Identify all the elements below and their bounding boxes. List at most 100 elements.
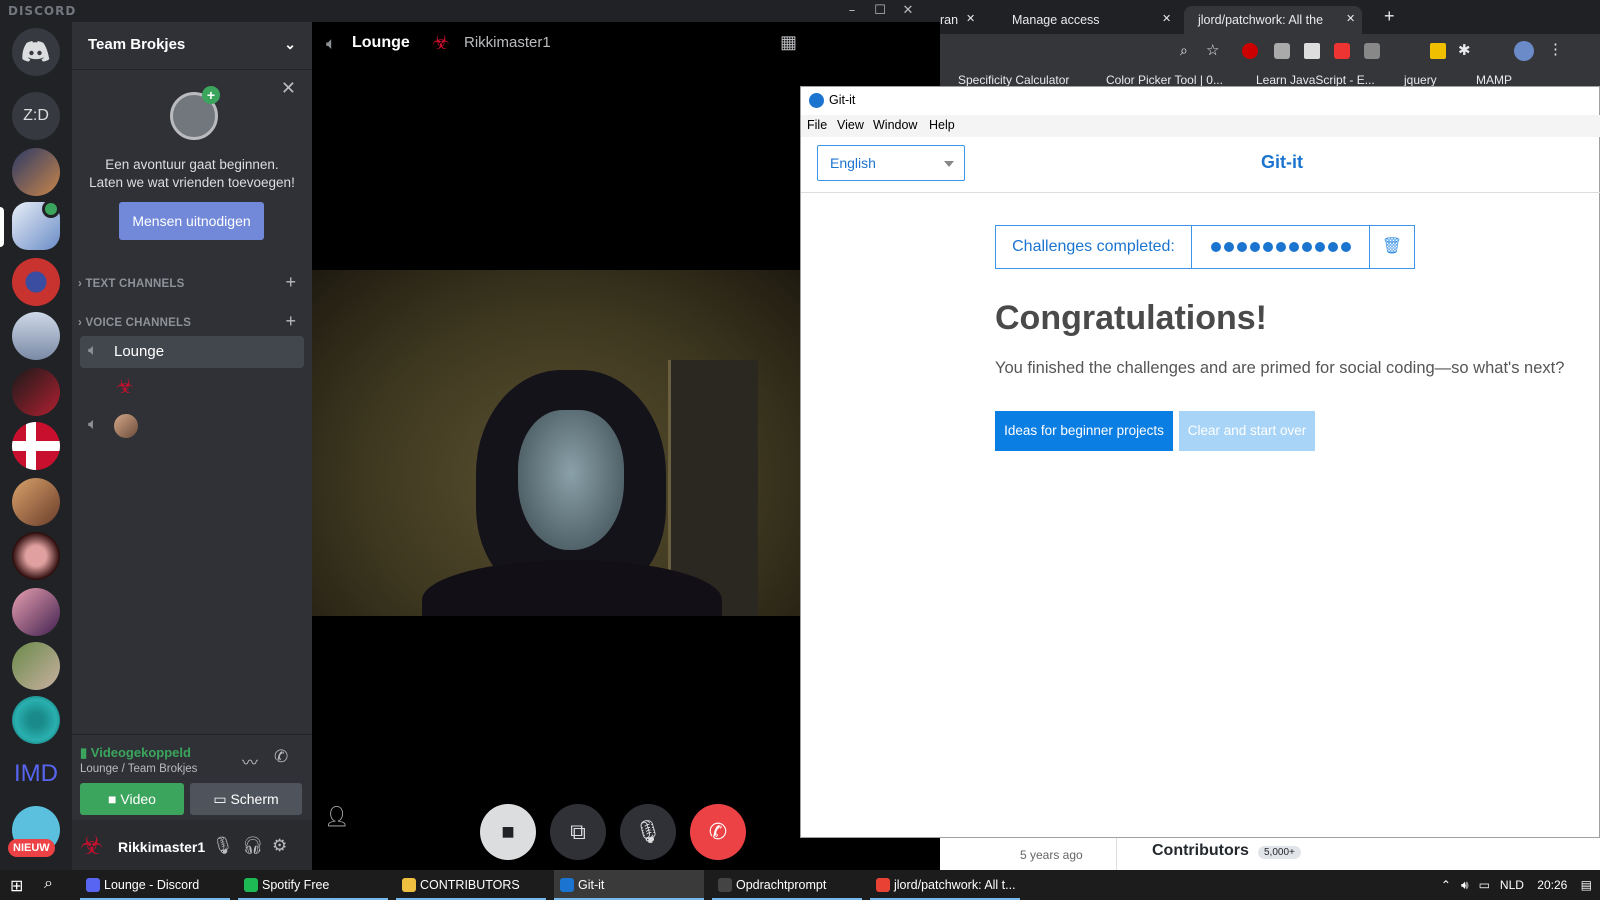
selected-server-pill	[0, 207, 4, 247]
server-avatar[interactable]	[12, 258, 60, 306]
server-avatar[interactable]	[12, 642, 60, 690]
language-indicator[interactable]: NLD	[1500, 878, 1524, 892]
category-text-channels[interactable]: › TEXT CHANNELS	[78, 278, 185, 290]
user-avatar[interactable]: ☣	[80, 830, 103, 861]
voice-channel-lounge[interactable]: 🔈︎ Lounge	[80, 336, 304, 368]
chevron-up-icon[interactable]: ⌃	[1441, 878, 1451, 892]
close-icon[interactable]: ✕	[966, 12, 975, 25]
microphone-icon[interactable]: 🎙︎	[212, 836, 234, 856]
network-icon[interactable]: ▭	[1479, 878, 1490, 892]
new-badge: NIEUW	[8, 839, 55, 857]
microphone-icon[interactable]: 🎙︎	[620, 804, 676, 860]
screen-share-button[interactable]: ▭ Scherm	[190, 783, 302, 815]
page-title: Congratulations!	[995, 299, 1267, 337]
clock[interactable]: 20:26	[1537, 878, 1567, 892]
shield-icon[interactable]	[1364, 43, 1380, 59]
commit-age: 5 years ago	[1020, 848, 1083, 862]
browser-tab-active[interactable]: jlord/patchwork: All the	[1184, 6, 1362, 34]
bookmark[interactable]: Learn JavaScript - E...	[1256, 73, 1375, 86]
windows-start-icon[interactable]: ⊞	[10, 876, 23, 896]
server-avatar[interactable]	[12, 696, 60, 744]
progress-dot	[1262, 242, 1273, 252]
invite-people-button[interactable]: Mensen uitnodigen	[119, 202, 264, 240]
category-voice-channels[interactable]: › VOICE CHANNELS	[78, 317, 191, 329]
star-icon[interactable]: ☆	[1206, 41, 1219, 59]
new-tab-icon[interactable]: +	[1384, 6, 1395, 27]
taskbar-item[interactable]: CONTRIBUTORS	[396, 870, 546, 900]
menu-window[interactable]: Window	[873, 118, 917, 132]
add-person-icon[interactable]: 👤︎	[324, 804, 349, 829]
leave-call-button[interactable]: ✆	[690, 804, 746, 860]
camera-toggle-button[interactable]: ■	[480, 804, 536, 860]
user-biohazard-avatar[interactable]: ☣	[116, 374, 134, 399]
chevron-down-icon[interactable]: ⌄	[284, 36, 296, 53]
grid-view-icon[interactable]: ▦	[780, 32, 797, 53]
maximize-icon[interactable]: ☐	[870, 2, 890, 20]
taskbar-item[interactable]: jlord/patchwork: All t...	[870, 870, 1020, 900]
close-icon[interactable]: ✕	[898, 2, 918, 20]
count-badge: 5,000+	[1258, 846, 1301, 859]
guild-header[interactable]: Team Brokjes ⌄	[72, 22, 312, 70]
adblock-icon[interactable]	[1242, 43, 1258, 59]
voice-location[interactable]: Lounge / Team Brokjes	[80, 763, 197, 775]
server-imd[interactable]: IMD	[12, 750, 60, 798]
beginner-projects-button[interactable]: Ideas for beginner projects	[995, 411, 1173, 451]
close-icon[interactable]: ✕	[1346, 12, 1355, 25]
browser-tab[interactable]: Manage access	[998, 6, 1176, 34]
gitit-header: English Git-it	[801, 137, 1600, 193]
headphones-icon[interactable]: 🎧︎	[242, 836, 264, 856]
screen-share-icon[interactable]: ⧉	[550, 804, 606, 860]
bookmark[interactable]: MAMP	[1476, 73, 1512, 86]
app-icon	[876, 878, 890, 892]
speaker-muted-icon: 🔈︎	[88, 416, 98, 433]
taskbar-item[interactable]: Git-it	[554, 870, 704, 900]
menu-file[interactable]: File	[807, 118, 827, 132]
webcam-video-feed[interactable]	[312, 270, 800, 616]
profile-avatar[interactable]	[1514, 41, 1534, 61]
taskbar-item[interactable]: Spotify Free	[238, 870, 388, 900]
facebook-extension-icon[interactable]	[1304, 43, 1320, 59]
server-avatar[interactable]	[12, 368, 60, 416]
bookmark[interactable]: Specificity Calculator	[958, 73, 1069, 86]
add-channel-icon[interactable]: +	[285, 311, 296, 332]
camera-extension-icon[interactable]	[1274, 43, 1290, 59]
discord-home-icon[interactable]	[12, 28, 60, 76]
disconnect-icon[interactable]: ✆	[274, 747, 288, 767]
extension-icon[interactable]	[1334, 43, 1350, 59]
minimize-icon[interactable]: –	[842, 2, 862, 20]
server-avatar[interactable]	[12, 148, 60, 196]
taskbar-item[interactable]: Lounge - Discord	[80, 870, 230, 900]
server-avatar[interactable]	[12, 532, 60, 580]
close-icon[interactable]: ✕	[281, 78, 296, 99]
extension-icon[interactable]	[1430, 43, 1446, 59]
zoom-icon[interactable]: ⌕	[1180, 42, 1188, 59]
bookmark[interactable]: Color Picker Tool | 0...	[1106, 73, 1223, 86]
language-select[interactable]: English	[817, 145, 965, 181]
menu-help[interactable]: Help	[929, 118, 955, 132]
puzzle-icon[interactable]: ✱	[1458, 41, 1471, 59]
kebab-menu-icon[interactable]: ⋮	[1548, 40, 1563, 58]
add-channel-icon[interactable]: +	[285, 272, 296, 293]
trash-icon[interactable]: 🗑︎	[1370, 226, 1414, 268]
video-button[interactable]: ■ Video	[80, 783, 184, 815]
server-zd[interactable]: Z:D	[12, 92, 60, 140]
notifications-icon[interactable]: ▤	[1581, 878, 1592, 892]
search-icon[interactable]: ⌕	[44, 875, 53, 893]
taskbar-item-label: Spotify Free	[262, 878, 330, 892]
taskbar-item[interactable]: Opdrachtprompt	[712, 870, 862, 900]
gear-icon[interactable]: ⚙	[272, 836, 287, 856]
server-avatar[interactable]	[12, 478, 60, 526]
noise-suppression-icon[interactable]: 〰	[242, 749, 258, 773]
volume-icon[interactable]: 🔊︎	[1461, 878, 1469, 892]
close-icon[interactable]: ✕	[1162, 12, 1171, 25]
gitit-brand[interactable]: Git-it	[1261, 152, 1303, 173]
bookmark[interactable]: jquery	[1404, 73, 1437, 86]
server-avatar[interactable]	[12, 312, 60, 360]
user-avatar[interactable]	[114, 414, 138, 438]
progress-dot	[1340, 242, 1351, 252]
voice-status: ▮ Videogekoppeld	[80, 745, 191, 760]
clear-start-over-button[interactable]: Clear and start over	[1179, 411, 1315, 451]
menu-view[interactable]: View	[837, 118, 864, 132]
server-avatar[interactable]	[12, 588, 60, 636]
server-avatar[interactable]	[12, 422, 60, 470]
